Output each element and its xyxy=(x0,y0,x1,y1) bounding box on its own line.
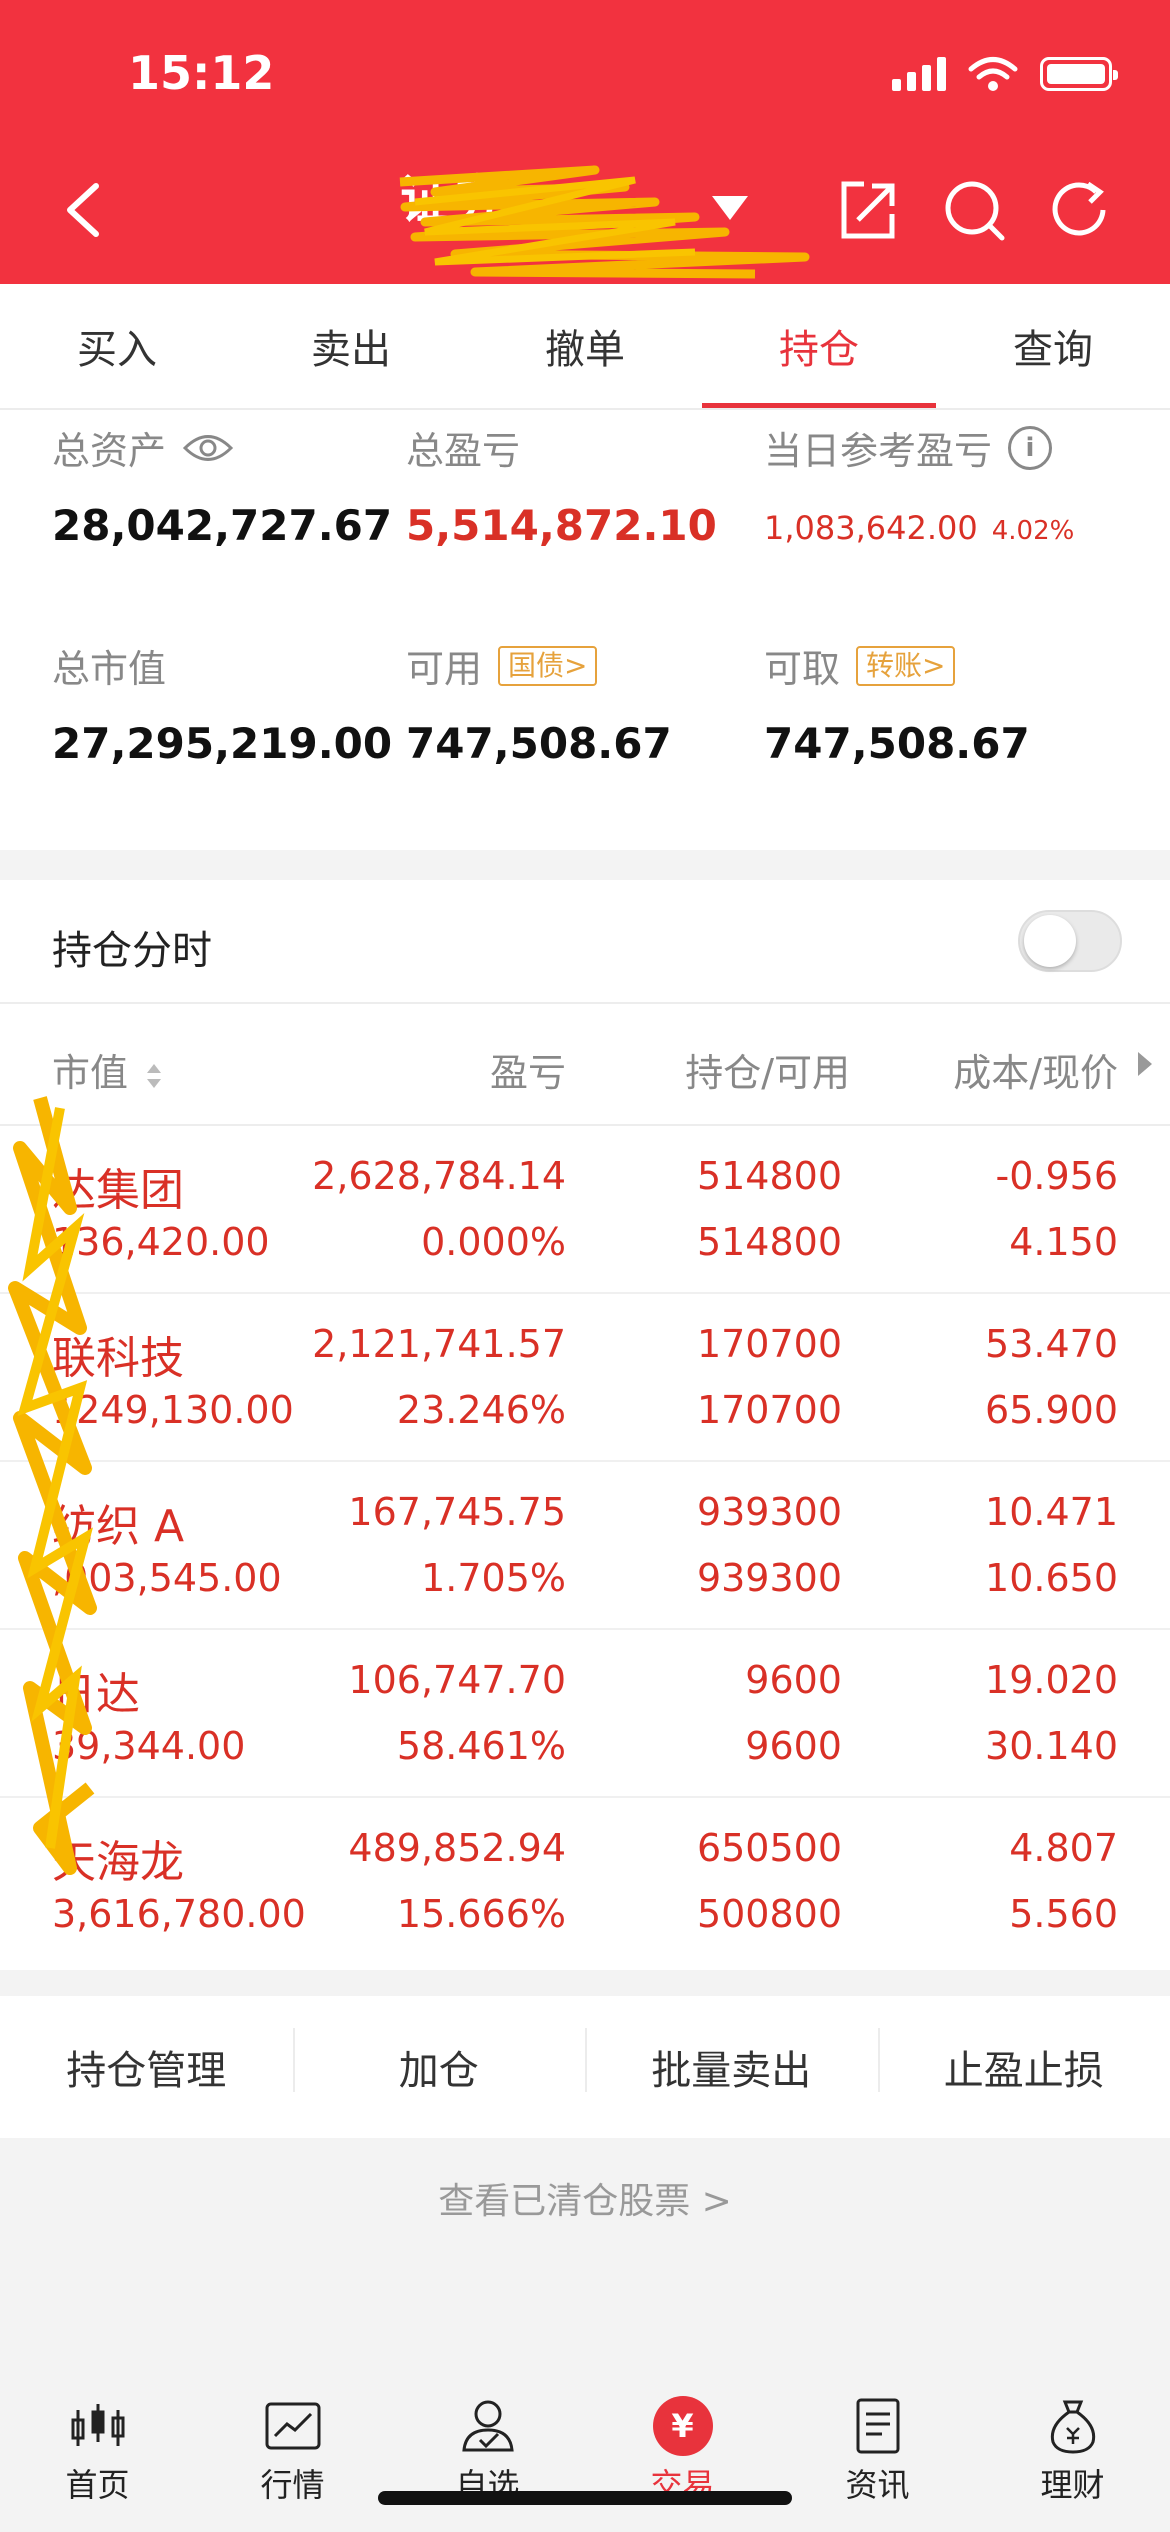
nav-wealth[interactable]: 理财 xyxy=(975,2390,1170,2532)
position-actions: 持仓管理 加仓 批量卖出 止盈止损 xyxy=(0,1996,1170,2138)
position-timeline-label: 持仓分时 xyxy=(52,928,212,974)
available-value: 747,508.67 xyxy=(406,719,672,768)
header-position: 持仓/可用 xyxy=(685,1051,850,1095)
trade-tabs: 买入 卖出 撤单 持仓 查询 xyxy=(0,284,1170,410)
total-pnl-label: 总盈亏 xyxy=(406,429,521,473)
table-header: 市值 盈亏 持仓/可用 成本/现价 xyxy=(0,1004,1170,1126)
info-icon[interactable]: i xyxy=(1008,425,1053,470)
table-row[interactable]: 天海龙 3,616,780.00 489,852.94 15.666% 6505… xyxy=(0,1798,1170,1966)
available-label: 可用 xyxy=(406,647,483,691)
withdrawable-funds: 可取 转账> 747,508.67 xyxy=(764,638,1030,768)
nav-market[interactable]: 行情 xyxy=(195,2390,390,2532)
total-assets: 总资产 28,042,727.67 xyxy=(52,420,392,550)
market-value-label: 总市值 xyxy=(52,647,167,691)
available-funds: 可用 国债> 747,508.67 xyxy=(406,638,672,768)
total-assets-value: 28,042,727.67 xyxy=(52,501,393,550)
status-time: 15:12 xyxy=(128,46,275,100)
table-row[interactable]: 日达 39,344.00 106,747.70 58.461% 9600 960… xyxy=(0,1630,1170,1798)
tab-cancel[interactable]: 撤单 xyxy=(468,284,702,408)
search-icon[interactable] xyxy=(942,178,1006,242)
sort-icon xyxy=(147,1063,162,1088)
nav-news[interactable]: 资讯 xyxy=(780,2390,975,2532)
manage-positions-button[interactable]: 持仓管理 xyxy=(0,2038,293,2096)
header-cost-price: 成本/现价 xyxy=(953,1051,1118,1095)
treasury-bond-button[interactable]: 国债> xyxy=(498,645,598,686)
document-icon xyxy=(856,2398,899,2454)
redaction-scrawl xyxy=(8,1096,97,1875)
user-check-icon xyxy=(461,2400,514,2452)
header-pnl: 盈亏 xyxy=(489,1051,566,1095)
view-cleared-stocks-link[interactable]: 查看已清仓股票 > xyxy=(0,2172,1170,2224)
bottom-nav: 首页 行情 自选 ¥ 交易 资讯 理财 xyxy=(0,2390,1170,2532)
market-value-value: 27,295,219.00 xyxy=(52,719,393,768)
position-timeline-toggle[interactable] xyxy=(1018,910,1122,972)
nav-watchlist[interactable]: 自选 xyxy=(390,2390,585,2532)
total-pnl: 总盈亏 5,514,872.10 xyxy=(406,420,717,550)
daily-pnl-label: 当日参考盈亏 xyxy=(764,429,993,473)
withdrawable-label: 可取 xyxy=(764,647,841,691)
table-row[interactable]: 纺织 A ,003,545.00 167,745.75 1.705% 93930… xyxy=(0,1462,1170,1630)
table-row[interactable]: 达集团 136,420.00 2,628,784.14 0.000% 51480… xyxy=(0,1126,1170,1294)
market-value: 总市值 27,295,219.00 xyxy=(52,638,392,768)
take-profit-stop-loss-button[interactable]: 止盈止损 xyxy=(877,2028,1170,2096)
total-assets-label: 总资产 xyxy=(52,429,167,473)
batch-sell-button[interactable]: 批量卖出 xyxy=(585,2028,878,2096)
holdings-table: 市值 盈亏 持仓/可用 成本/现价 达集团 136,420.00 2,628,7… xyxy=(0,1004,1170,1970)
withdrawable-value: 747,508.67 xyxy=(764,719,1030,768)
eye-icon[interactable] xyxy=(182,431,234,465)
status-icons xyxy=(892,56,1118,92)
transfer-button[interactable]: 转账> xyxy=(856,645,956,686)
chart-icon xyxy=(265,2402,320,2450)
wifi-icon xyxy=(968,57,1018,91)
total-pnl-value: 5,514,872.10 xyxy=(406,501,717,550)
position-timeline-row: 持仓分时 xyxy=(0,880,1170,1004)
tab-positions[interactable]: 持仓 xyxy=(702,284,936,408)
header-bar: 15:12 证券 xyxy=(0,0,1170,284)
tab-sell[interactable]: 卖出 xyxy=(234,284,468,408)
signal-icon xyxy=(892,57,946,91)
redaction-scribble xyxy=(399,165,810,279)
scroll-right-arrow-icon[interactable] xyxy=(1138,1052,1152,1076)
nav-home[interactable]: 首页 xyxy=(0,2390,195,2532)
tab-query[interactable]: 查询 xyxy=(936,284,1170,408)
share-icon[interactable] xyxy=(836,178,900,242)
daily-pnl-value: 1,083,642.00 xyxy=(764,509,978,547)
money-bag-icon xyxy=(1050,2400,1095,2454)
daily-pnl-pct: 4.02% xyxy=(991,516,1075,546)
nav-trade[interactable]: ¥ 交易 xyxy=(585,2390,780,2532)
table-row[interactable]: 联科技 1249,130.00 2,121,741.57 23.246% 170… xyxy=(0,1294,1170,1462)
back-arrow-icon[interactable] xyxy=(58,180,108,240)
add-position-button[interactable]: 加仓 xyxy=(292,2028,586,2096)
candlestick-icon xyxy=(71,2404,124,2446)
tab-buy[interactable]: 买入 xyxy=(0,284,234,408)
yen-icon: ¥ xyxy=(652,2396,713,2456)
asset-summary: 总资产 28,042,727.67 总盈亏 5,514,872.10 当日参考盈… xyxy=(0,410,1170,850)
home-indicator xyxy=(378,2491,792,2505)
daily-pnl: 当日参考盈亏 i 1,083,642.00 4.02% xyxy=(764,420,1074,547)
battery-icon xyxy=(1040,57,1118,91)
refresh-icon[interactable] xyxy=(1048,178,1112,242)
